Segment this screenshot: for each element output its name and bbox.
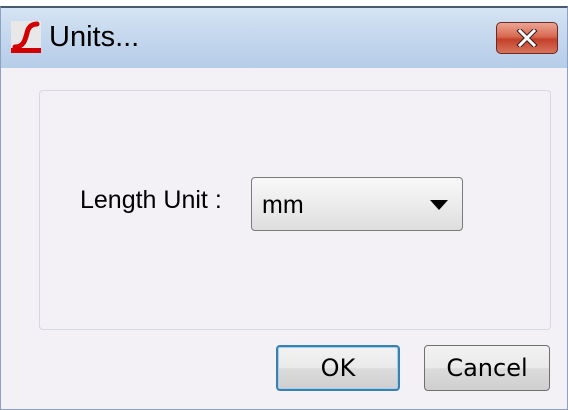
close-button[interactable] bbox=[496, 22, 558, 54]
length-unit-value: mm bbox=[262, 191, 304, 219]
dropdown-arrow-icon[interactable] bbox=[430, 200, 448, 210]
length-unit-dropdown[interactable]: mm bbox=[251, 177, 463, 231]
close-icon bbox=[516, 29, 538, 47]
length-unit-label: Length Unit : bbox=[80, 186, 222, 214]
cancel-button[interactable]: Cancel bbox=[424, 345, 550, 391]
ok-button[interactable]: OK bbox=[276, 345, 400, 391]
dialog-title: Units... bbox=[49, 21, 140, 53]
title-bar[interactable]: Units... bbox=[1, 8, 567, 68]
app-logo-icon bbox=[11, 21, 41, 53]
